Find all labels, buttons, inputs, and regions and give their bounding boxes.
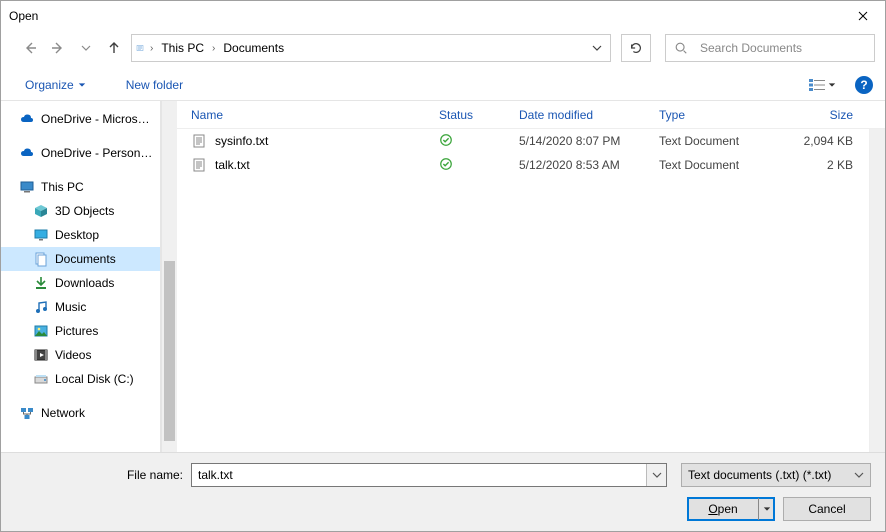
tree-3d-objects[interactable]: 3D Objects [1, 199, 160, 223]
arrow-right-icon [50, 40, 66, 56]
window-title: Open [9, 9, 38, 23]
title-bar: Open [1, 1, 885, 31]
tree-documents[interactable]: Documents [1, 247, 160, 271]
tree-downloads[interactable]: Downloads [1, 271, 160, 295]
cancel-button[interactable]: Cancel [783, 497, 871, 521]
search-input[interactable] [698, 40, 866, 56]
file-row[interactable]: talk.txt 5/12/2020 8:53 AM Text Document… [177, 153, 869, 177]
tree-music[interactable]: Music [1, 295, 160, 319]
tree-videos[interactable]: Videos [1, 343, 160, 367]
tree-onedrive-personal[interactable]: OneDrive - Person… [1, 141, 160, 165]
tree-pictures[interactable]: Pictures [1, 319, 160, 343]
toolbar: Organize New folder ? [1, 69, 885, 101]
file-rows: sysinfo.txt 5/14/2020 8:07 PM Text Docum… [177, 129, 869, 452]
body: OneDrive - Micros… OneDrive - Person… Th… [1, 101, 885, 452]
search-icon [674, 41, 688, 55]
filename-dropdown-button[interactable] [646, 464, 666, 486]
caret-down-icon [763, 505, 771, 513]
list-scrollbar[interactable] [869, 129, 885, 452]
refresh-button[interactable] [621, 34, 651, 62]
caret-down-icon [78, 81, 86, 89]
downloads-icon [33, 275, 49, 291]
column-size[interactable]: Size [783, 108, 853, 122]
chevron-down-icon [854, 470, 864, 480]
synced-icon [439, 160, 453, 174]
close-button[interactable] [840, 1, 885, 31]
scrollbar-thumb[interactable] [164, 261, 175, 441]
tree-scrollbar[interactable] [161, 101, 177, 452]
recent-locations-button[interactable] [75, 37, 97, 59]
file-row[interactable]: sysinfo.txt 5/14/2020 8:07 PM Text Docum… [177, 129, 869, 153]
open-button[interactable]: Open [687, 497, 775, 521]
navigation-tree[interactable]: OneDrive - Micros… OneDrive - Person… Th… [1, 101, 161, 452]
tree-onedrive-ms[interactable]: OneDrive - Micros… [1, 107, 160, 131]
caret-down-icon [828, 81, 836, 89]
cloud-icon [19, 111, 35, 127]
network-icon [19, 405, 35, 421]
forward-button[interactable] [47, 37, 69, 59]
close-icon [858, 11, 868, 21]
filename-combo[interactable] [191, 463, 667, 487]
chevron-down-icon [592, 43, 602, 53]
column-type[interactable]: Type [659, 108, 783, 122]
refresh-icon [629, 41, 643, 55]
address-bar[interactable]: › This PC › Documents [131, 34, 611, 62]
text-file-icon [191, 133, 207, 149]
text-file-icon [191, 157, 207, 173]
column-date[interactable]: Date modified [519, 108, 659, 122]
tree-this-pc[interactable]: This PC [1, 175, 160, 199]
music-icon [33, 299, 49, 315]
arrow-up-icon [106, 40, 122, 56]
folder-icon [132, 35, 148, 61]
footer: File name: Text documents (.txt) (*.txt)… [1, 452, 885, 531]
chevron-right-icon: › [148, 43, 155, 54]
open-dialog: Open › This PC › Documents [0, 0, 886, 532]
column-headers[interactable]: Name Status Date modified Type Size [177, 101, 885, 129]
search-box[interactable] [665, 34, 875, 62]
chevron-right-icon: › [210, 43, 217, 54]
filename-input[interactable] [192, 464, 646, 486]
videos-icon [33, 347, 49, 363]
up-button[interactable] [103, 37, 125, 59]
address-dropdown-button[interactable] [582, 35, 610, 61]
pc-icon [19, 179, 35, 195]
tree-local-disk[interactable]: Local Disk (C:) [1, 367, 160, 391]
desktop-icon [33, 227, 49, 243]
help-button[interactable]: ? [855, 76, 873, 94]
chevron-down-icon [652, 470, 662, 480]
arrow-left-icon [22, 40, 38, 56]
new-folder-button[interactable]: New folder [120, 74, 189, 96]
tree-desktop[interactable]: Desktop [1, 223, 160, 247]
cube-icon [33, 203, 49, 219]
synced-icon [439, 136, 453, 150]
breadcrumb-documents[interactable]: Documents [217, 35, 290, 61]
file-list: Name Status Date modified Type Size sysi… [177, 101, 885, 452]
back-button[interactable] [19, 37, 41, 59]
tree-network[interactable]: Network [1, 401, 160, 425]
cloud-icon [19, 145, 35, 161]
breadcrumb-this-pc[interactable]: This PC [155, 35, 210, 61]
open-button-label: pen [718, 502, 738, 516]
chevron-down-icon [81, 43, 91, 53]
help-icon: ? [860, 78, 867, 92]
column-name[interactable]: Name [191, 108, 439, 122]
column-status[interactable]: Status [439, 108, 519, 122]
navigation-row: › This PC › Documents [1, 31, 885, 69]
documents-icon [33, 251, 49, 267]
drive-icon [33, 371, 49, 387]
details-view-icon [808, 78, 826, 92]
organize-button[interactable]: Organize [19, 74, 92, 96]
file-type-filter[interactable]: Text documents (.txt) (*.txt) [681, 463, 871, 487]
pictures-icon [33, 323, 49, 339]
open-split-button[interactable] [758, 498, 774, 520]
filename-label: File name: [15, 468, 191, 482]
view-options-button[interactable] [803, 75, 841, 95]
